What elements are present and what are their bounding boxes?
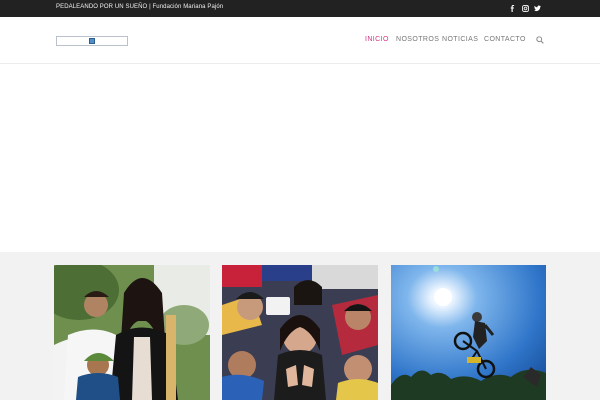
photo-rider-with-family[interactable] — [54, 265, 210, 400]
instagram-icon[interactable] — [520, 3, 531, 14]
broken-image-icon — [89, 38, 95, 44]
nav-nosotros[interactable]: NOSOTROS — [396, 36, 439, 43]
photo-rider-with-fans[interactable] — [222, 265, 378, 400]
site-header: INICIO NOSOTROS NOTICIAS CONTACTO — [0, 17, 600, 64]
site-logo[interactable] — [56, 36, 128, 46]
search-icon[interactable] — [536, 36, 545, 45]
nav-contacto[interactable]: CONTACTO — [484, 36, 526, 43]
twitter-icon[interactable] — [532, 3, 543, 14]
facebook-icon[interactable] — [507, 3, 518, 14]
hero-area — [0, 65, 600, 252]
topbar-tagline: PEDALEANDO POR UN SUEÑO | Fundación Mari… — [56, 4, 224, 10]
nav-inicio[interactable]: INICIO — [365, 36, 389, 43]
top-bar: PEDALEANDO POR UN SUEÑO | Fundación Mari… — [0, 0, 600, 17]
photo-bmx-jump[interactable] — [391, 265, 546, 400]
nav-noticias[interactable]: NOTICIAS — [442, 36, 478, 43]
